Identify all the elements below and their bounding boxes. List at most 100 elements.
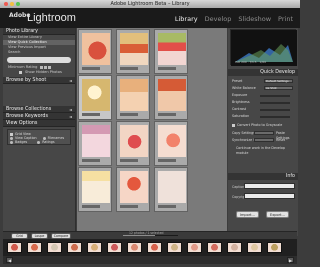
photo-thumbnail[interactable] [120, 171, 148, 203]
rating-stars[interactable] [120, 159, 138, 162]
grid-cell[interactable] [78, 75, 112, 120]
grid-cell[interactable] [116, 167, 150, 212]
grid-cell[interactable] [116, 75, 150, 120]
footer-bar: ◀ ▶ [3, 256, 297, 264]
exposure-slider[interactable] [260, 95, 290, 97]
copy-settings-label: Copy Settings [232, 131, 255, 135]
filmstrip-thumb[interactable] [107, 242, 122, 253]
rating-stars[interactable] [120, 205, 138, 208]
filmstrip-thumb[interactable] [227, 242, 242, 253]
module-picker: Library Develop Slideshow Print [175, 15, 293, 23]
rating-stars[interactable] [158, 113, 176, 116]
module-print[interactable]: Print [278, 15, 293, 23]
left-panel: Photo Library View Entire Library View Q… [3, 28, 76, 236]
photo-thumbnail[interactable] [158, 33, 186, 65]
brightness-label: Brightness [232, 100, 250, 104]
info-header[interactable]: Info [228, 173, 298, 180]
minimize-icon[interactable] [10, 2, 14, 6]
rating-stars[interactable] [82, 159, 100, 162]
grid-cell[interactable] [154, 167, 188, 212]
photo-thumbnail[interactable] [82, 171, 110, 203]
import-button[interactable]: Import… [236, 211, 259, 218]
rating-stars[interactable] [82, 67, 100, 70]
rating-stars[interactable] [40, 66, 52, 69]
close-icon[interactable] [4, 2, 8, 6]
star-icon [44, 66, 48, 69]
library-item-label: View Entire Library [8, 35, 42, 39]
browse-keywords-header[interactable]: Browse Keywords ◄ [3, 113, 75, 120]
module-library[interactable]: Library [175, 15, 198, 23]
photo-thumbnail[interactable] [82, 79, 110, 111]
copyright-field[interactable] [244, 193, 295, 199]
white-balance-label: White Balance [232, 86, 256, 90]
right-arrow-button[interactable]: ▶ [287, 257, 294, 263]
rating-stars[interactable] [120, 67, 138, 70]
filmstrip-thumb[interactable] [167, 242, 182, 253]
contrast-slider[interactable] [260, 109, 290, 111]
checkbox-icon[interactable] [232, 124, 235, 127]
treatment-row[interactable]: Convert Photo to Grayscale [232, 123, 282, 128]
photo-thumbnail[interactable] [120, 33, 148, 65]
copy-settings-button[interactable] [254, 131, 274, 135]
grid-cell[interactable] [116, 29, 150, 74]
filmstrip-thumb[interactable] [267, 242, 282, 253]
browse-collections-header[interactable]: Browse Collections ◄ [3, 106, 75, 113]
show-hidden-row[interactable]: Show Hidden Photos [3, 70, 75, 75]
preset-select[interactable]: Default Settings [264, 79, 293, 83]
checkbox-icon[interactable] [19, 71, 22, 74]
grid-cell[interactable] [78, 29, 112, 74]
contrast-label: Contrast [232, 107, 247, 111]
module-slideshow[interactable]: Slideshow [238, 15, 271, 23]
grid-cell[interactable] [154, 29, 188, 74]
radio-icon[interactable] [37, 140, 41, 144]
saturation-slider[interactable] [260, 116, 290, 118]
view-options-header[interactable]: View Options [3, 120, 75, 127]
grid-cell[interactable] [78, 167, 112, 212]
grid-cell[interactable] [116, 121, 150, 166]
photo-thumbnail[interactable] [120, 79, 148, 111]
photo-thumbnail[interactable] [82, 125, 110, 157]
photo-thumbnail[interactable] [82, 33, 110, 65]
photo-library-header[interactable]: Photo Library [3, 28, 75, 35]
browse-shoot-header[interactable]: Browse by Shoot ◄ [3, 77, 75, 84]
rating-stars[interactable] [82, 113, 100, 116]
sync-settings-button[interactable] [254, 138, 274, 142]
module-develop[interactable]: Develop [205, 15, 232, 23]
identity-plate: Adobe Lightroom Library Develop Slidesho… [0, 8, 300, 28]
radio-icon[interactable] [10, 136, 13, 140]
filmstrip-thumb[interactable] [247, 242, 262, 253]
rating-stars[interactable] [158, 205, 176, 208]
photo-thumbnail[interactable] [120, 125, 148, 157]
rating-stars[interactable] [82, 205, 100, 208]
left-arrow-button[interactable]: ◀ [6, 257, 13, 263]
quick-develop-header[interactable]: Quick Develop [228, 69, 298, 76]
filmstrip-thumb[interactable] [7, 242, 22, 253]
photo-thumbnail[interactable] [158, 125, 186, 157]
photo-thumbnail[interactable] [158, 171, 186, 203]
zoom-icon[interactable] [16, 2, 20, 6]
grid-cell[interactable] [154, 121, 188, 166]
checkbox-icon[interactable] [10, 132, 13, 136]
caption-field[interactable] [244, 183, 295, 189]
filmstrip-thumb[interactable] [147, 242, 162, 253]
rating-stars[interactable] [120, 113, 138, 116]
filmstrip-thumb[interactable] [187, 242, 202, 253]
brightness-slider[interactable] [260, 102, 290, 104]
filmstrip-thumb[interactable] [207, 242, 222, 253]
chevron-down-icon: ◄ [68, 114, 72, 119]
filter-row-2: Badges Ratings [10, 140, 68, 144]
rating-stars[interactable] [158, 67, 176, 70]
export-button[interactable]: Export… [266, 211, 289, 218]
search-field[interactable] [7, 57, 71, 63]
rating-stars[interactable] [158, 159, 176, 162]
filmstrip-thumb[interactable] [87, 242, 102, 253]
white-balance-select[interactable]: As Shot [264, 86, 293, 90]
photo-thumbnail[interactable] [158, 79, 186, 111]
grid-cell[interactable] [154, 75, 188, 120]
filmstrip-thumb[interactable] [27, 242, 42, 253]
filmstrip-thumb[interactable] [67, 242, 82, 253]
filmstrip-thumb[interactable] [127, 242, 142, 253]
radio-icon[interactable] [10, 140, 13, 144]
grid-cell[interactable] [78, 121, 112, 166]
filmstrip-thumb[interactable] [47, 242, 62, 253]
